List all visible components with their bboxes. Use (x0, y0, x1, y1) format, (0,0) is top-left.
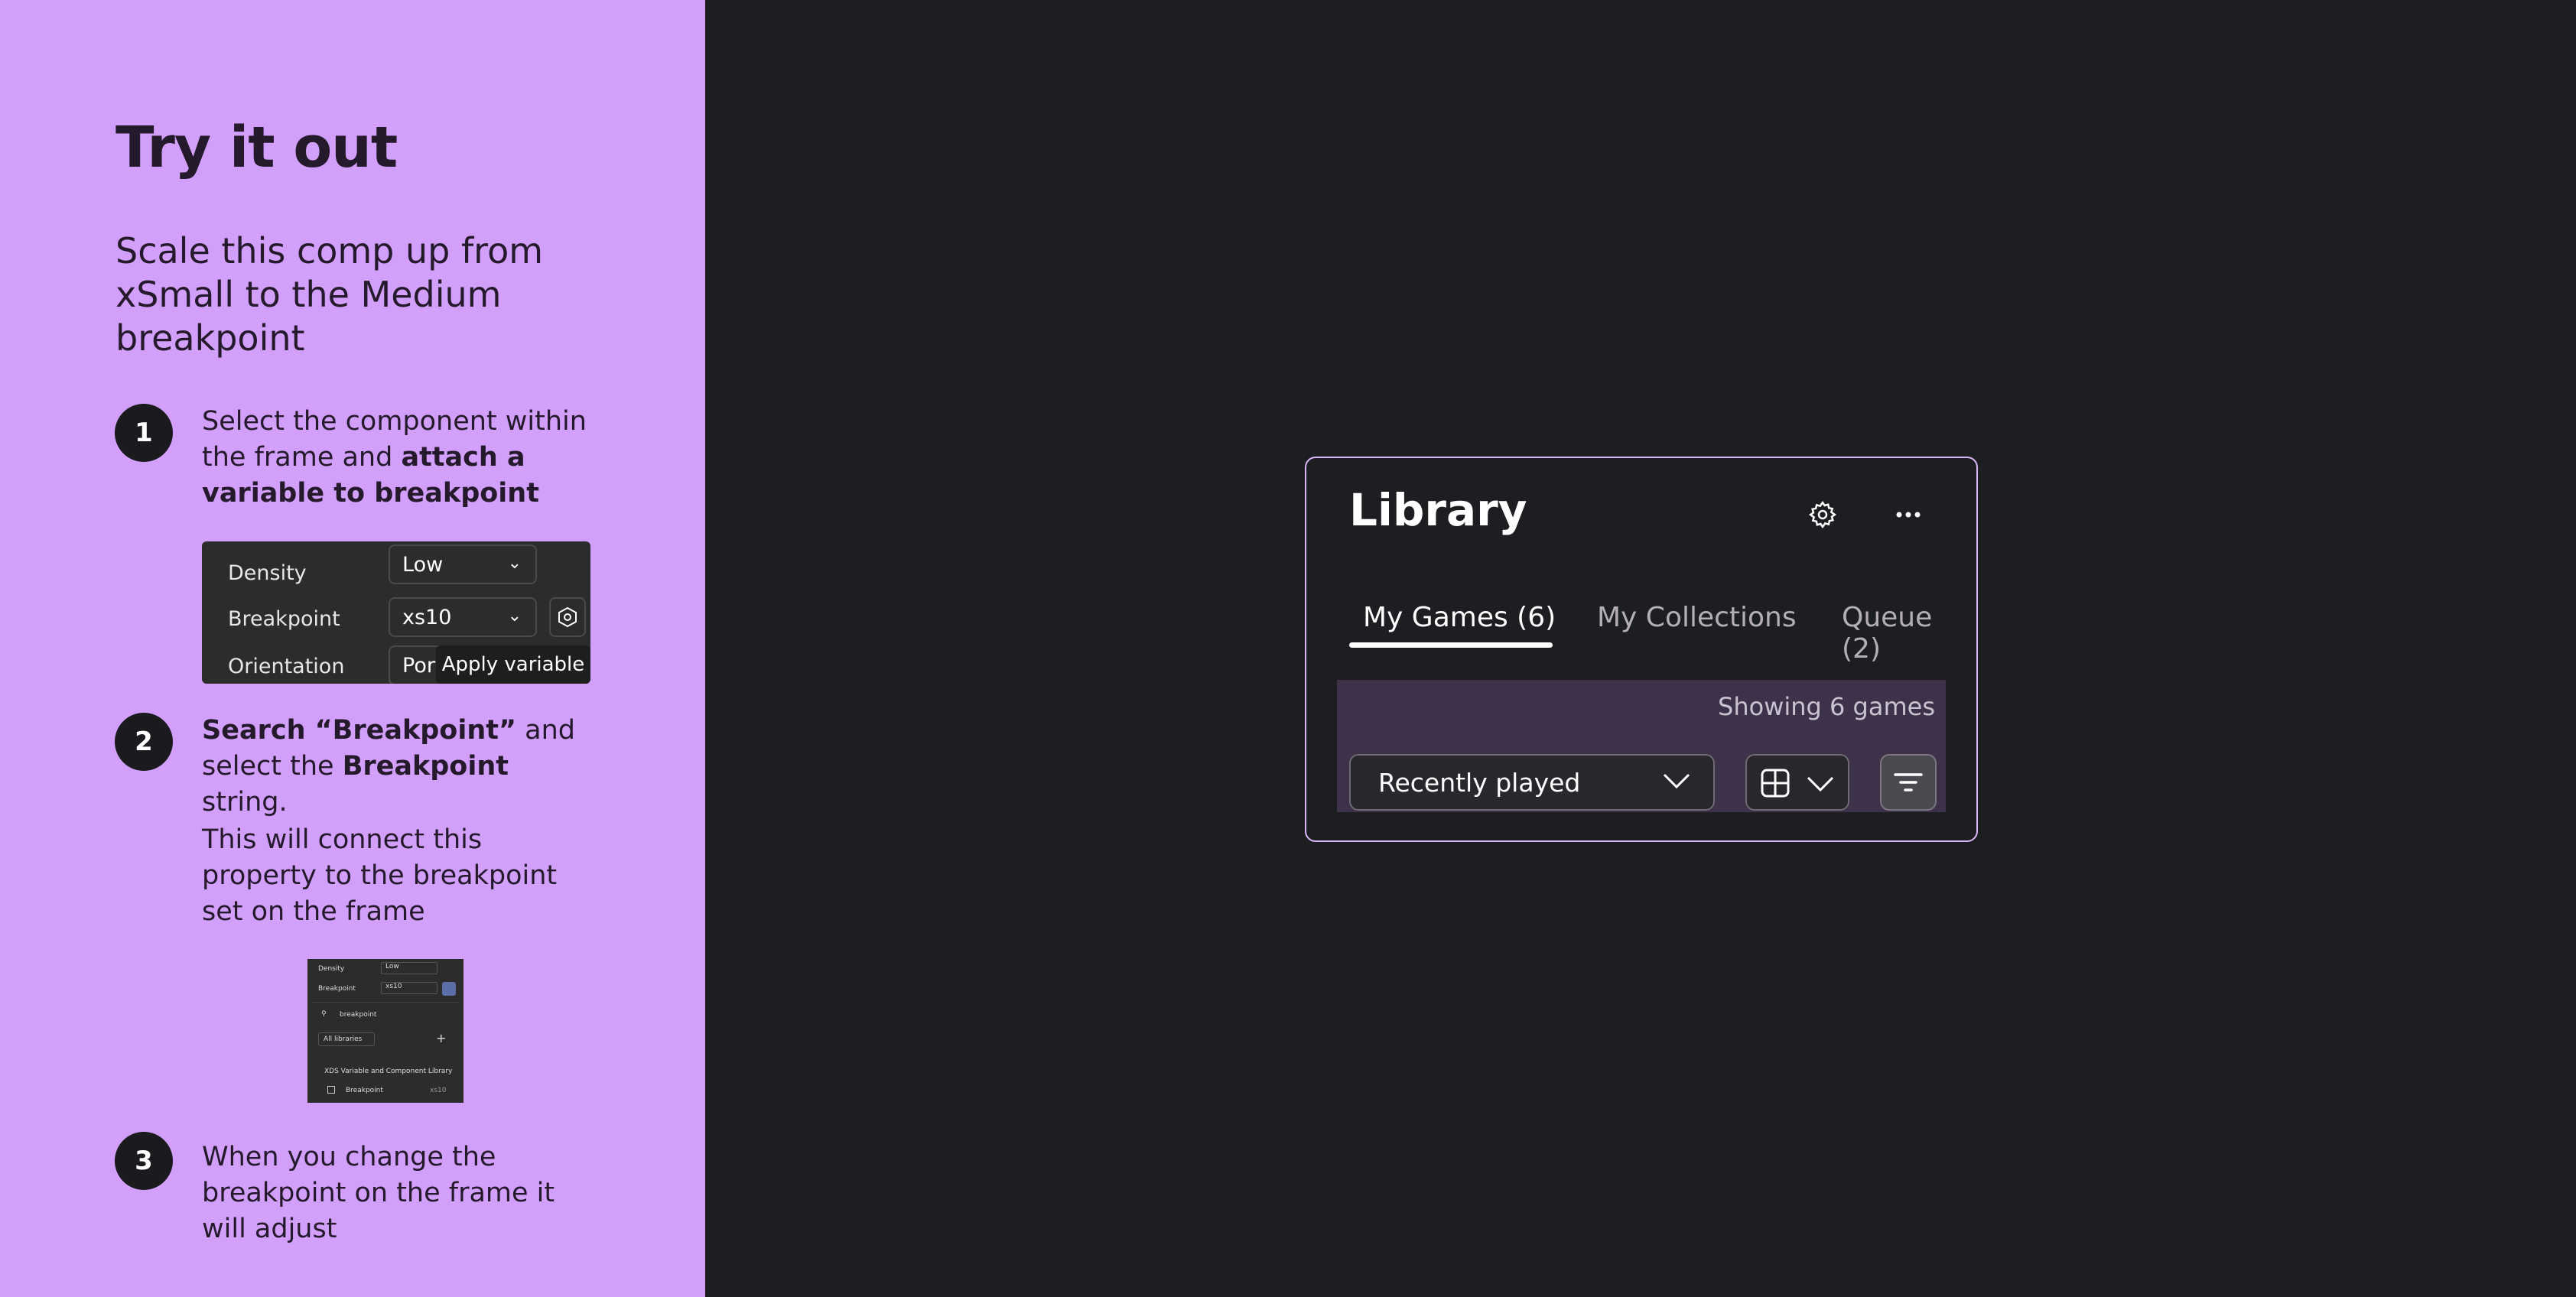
chevron-down-icon (1807, 776, 1834, 792)
library-component-frame: Library My Games (6) My Collections Queu… (1305, 457, 1978, 842)
search-icon: ⚲ (321, 1010, 327, 1018)
more-horizontal-icon[interactable] (1889, 496, 1927, 534)
grid-icon (1761, 769, 1790, 798)
orientation-label: Orientation (228, 655, 345, 678)
step-2-bold-b: Breakpoint (342, 751, 509, 782)
step-1-text-plain: Select the component within the frame an… (202, 406, 587, 473)
properties-panel-screenshot: Density Low ⌄ Breakpoint xs10 ⌄ Orientat… (202, 541, 590, 684)
density-label: Density (228, 561, 307, 585)
games-count-text: Showing 6 games (1718, 692, 1935, 721)
breakpoint-dropdown: xs10 ⌄ (389, 597, 537, 637)
library-title: Library (1349, 484, 1527, 536)
library-filter: All libraries (318, 1032, 376, 1046)
step-2-badge: 2 (115, 713, 173, 771)
filter-icon (1894, 773, 1923, 792)
breakpoint-label: Breakpoint (228, 607, 340, 631)
breakpoint-value: xs10 (381, 982, 437, 994)
step-2-text-b: string. (202, 787, 288, 818)
page-title: Try it out (115, 115, 398, 180)
density-dropdown: Low ⌄ (389, 544, 537, 584)
step-2-note: This will connect this property to the b… (202, 824, 558, 927)
result-label: Breakpoint (346, 1087, 383, 1094)
library-name: XDS Variable and Component Library (324, 1068, 453, 1075)
variable-icon (327, 1086, 335, 1094)
tab-my-collections[interactable]: My Collections (1597, 602, 1797, 633)
chevron-down-icon (1663, 773, 1690, 789)
active-tab-indicator (1349, 642, 1553, 648)
sort-dropdown[interactable]: Recently played (1349, 754, 1715, 811)
instructions-panel: Try it out Scale this comp up from xSmal… (0, 0, 705, 1297)
variable-search-screenshot: Density Low Breakpoint xs10 ⚲ breakpoint… (307, 959, 463, 1103)
add-icon: + (436, 1031, 447, 1045)
density-value: Low (381, 962, 437, 974)
chevron-down-icon: ⌄ (507, 554, 522, 573)
breakpoint-value: xs10 (402, 605, 452, 629)
result-value: xs10 (430, 1087, 447, 1094)
sort-dropdown-label: Recently played (1378, 767, 1581, 798)
search-value: breakpoint (340, 1011, 377, 1019)
view-mode-dropdown[interactable] (1745, 754, 1849, 811)
tab-queue[interactable]: Queue (2) (1842, 602, 1976, 665)
step-1-badge: 1 (115, 404, 173, 462)
breakpoint-label: Breakpoint (318, 985, 356, 993)
gear-icon[interactable] (1804, 496, 1842, 534)
tab-my-games[interactable]: My Games (6) (1363, 602, 1556, 633)
step-1-text: Select the component within the frame an… (202, 404, 600, 512)
density-label: Density (318, 965, 345, 973)
apply-variable-tooltip: Apply variable (436, 645, 590, 684)
step-3-badge: 3 (115, 1132, 173, 1190)
apply-variable-icon (549, 597, 586, 637)
step-2-text: Search “Breakpoint” and select the Break… (202, 713, 600, 821)
apply-variable-icon (442, 982, 456, 996)
divider (312, 1002, 459, 1003)
density-value: Low (402, 552, 444, 577)
chevron-down-icon: ⌄ (507, 606, 522, 626)
filter-button[interactable] (1880, 754, 1937, 811)
step-2-bold-a: Search “Breakpoint” (202, 715, 516, 746)
step-3-text: When you change the breakpoint on the fr… (202, 1142, 555, 1244)
page-subtitle: Scale this comp up from xSmall to the Me… (115, 230, 544, 359)
library-toolbar: Showing 6 games Recently played (1337, 680, 1946, 812)
